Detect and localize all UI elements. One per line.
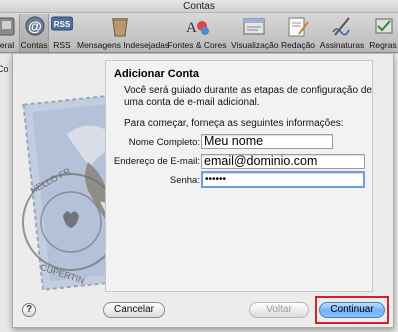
general-icon	[0, 17, 15, 36]
toolbar-item-rules[interactable]: Regras	[367, 14, 398, 52]
composing-icon	[288, 17, 309, 37]
signatures-icon	[332, 17, 350, 36]
toolbar-label: Redação	[281, 40, 316, 50]
svg-text:@: @	[28, 18, 42, 34]
toolbar-item-fonts-colors[interactable]: A Fontes & Cores	[167, 14, 227, 52]
toolbar-label: Visualização	[231, 40, 279, 50]
toolbar-label: Regras	[369, 40, 397, 50]
cancel-button[interactable]: Cancelar	[103, 302, 165, 318]
add-account-sheet: HELLO FR CUPERTIN Adicionar Conta Você s…	[12, 54, 394, 328]
toolbar-label: Contas	[20, 40, 48, 50]
full-name-label: Nome Completo:	[128, 137, 200, 148]
toolbar-item-rss[interactable]: RSS RSS	[50, 14, 74, 52]
email-field[interactable]: email@dominio.com	[201, 154, 365, 169]
help-button[interactable]: ?	[22, 303, 36, 317]
rules-icon	[375, 18, 393, 34]
toolbar-label: Assinaturas	[319, 40, 365, 50]
toolbar-item-accounts[interactable]: @ Contas	[19, 14, 49, 52]
account-form-panel: Adicionar Conta Você será guiado durante…	[105, 60, 373, 292]
preferences-toolbar: eral @ Contas RSS RSS Mensagens Indeseja…	[0, 13, 398, 53]
toolbar-item-composing[interactable]: Redação	[281, 14, 315, 52]
password-label: Senha:	[169, 175, 200, 186]
email-label: Endereço de E-mail:	[113, 156, 200, 167]
accounts-list-header: Co	[0, 64, 9, 74]
toolbar-label: eral	[0, 40, 15, 50]
junk-mail-icon	[112, 18, 128, 37]
window-title: Contas	[0, 0, 398, 13]
viewing-icon	[243, 18, 265, 35]
fonts-colors-icon: A	[186, 20, 209, 36]
continue-highlight	[315, 296, 389, 324]
at-sign-icon: @	[25, 16, 45, 36]
accounts-list-partial[interactable]: Co	[0, 54, 10, 84]
dialog-intro: Você será guiado durante as etapas de co…	[124, 85, 372, 108]
dialog-prompt: Para começar, forneça as seguintes infor…	[124, 118, 344, 129]
svg-text:A: A	[186, 20, 197, 36]
toolbar-item-general[interactable]: eral	[0, 14, 18, 52]
back-button[interactable]: Voltar	[249, 302, 309, 318]
svg-text:RSS: RSS	[54, 20, 71, 29]
password-field[interactable]: ••••••	[201, 171, 365, 188]
toolbar-label: Mensagens Indesejadas	[77, 40, 170, 50]
rss-icon: RSS	[51, 16, 73, 31]
toolbar-label: RSS	[53, 40, 71, 50]
toolbar-item-junk-mail[interactable]: Mensagens Indesejadas	[77, 14, 170, 52]
full-name-field[interactable]: Meu nome	[201, 134, 333, 149]
toolbar-item-signatures[interactable]: Assinaturas	[319, 14, 365, 52]
dialog-title: Adicionar Conta	[114, 68, 199, 80]
toolbar-item-viewing[interactable]: Visualização	[231, 14, 279, 52]
toolbar-label: Fontes & Cores	[167, 40, 227, 50]
